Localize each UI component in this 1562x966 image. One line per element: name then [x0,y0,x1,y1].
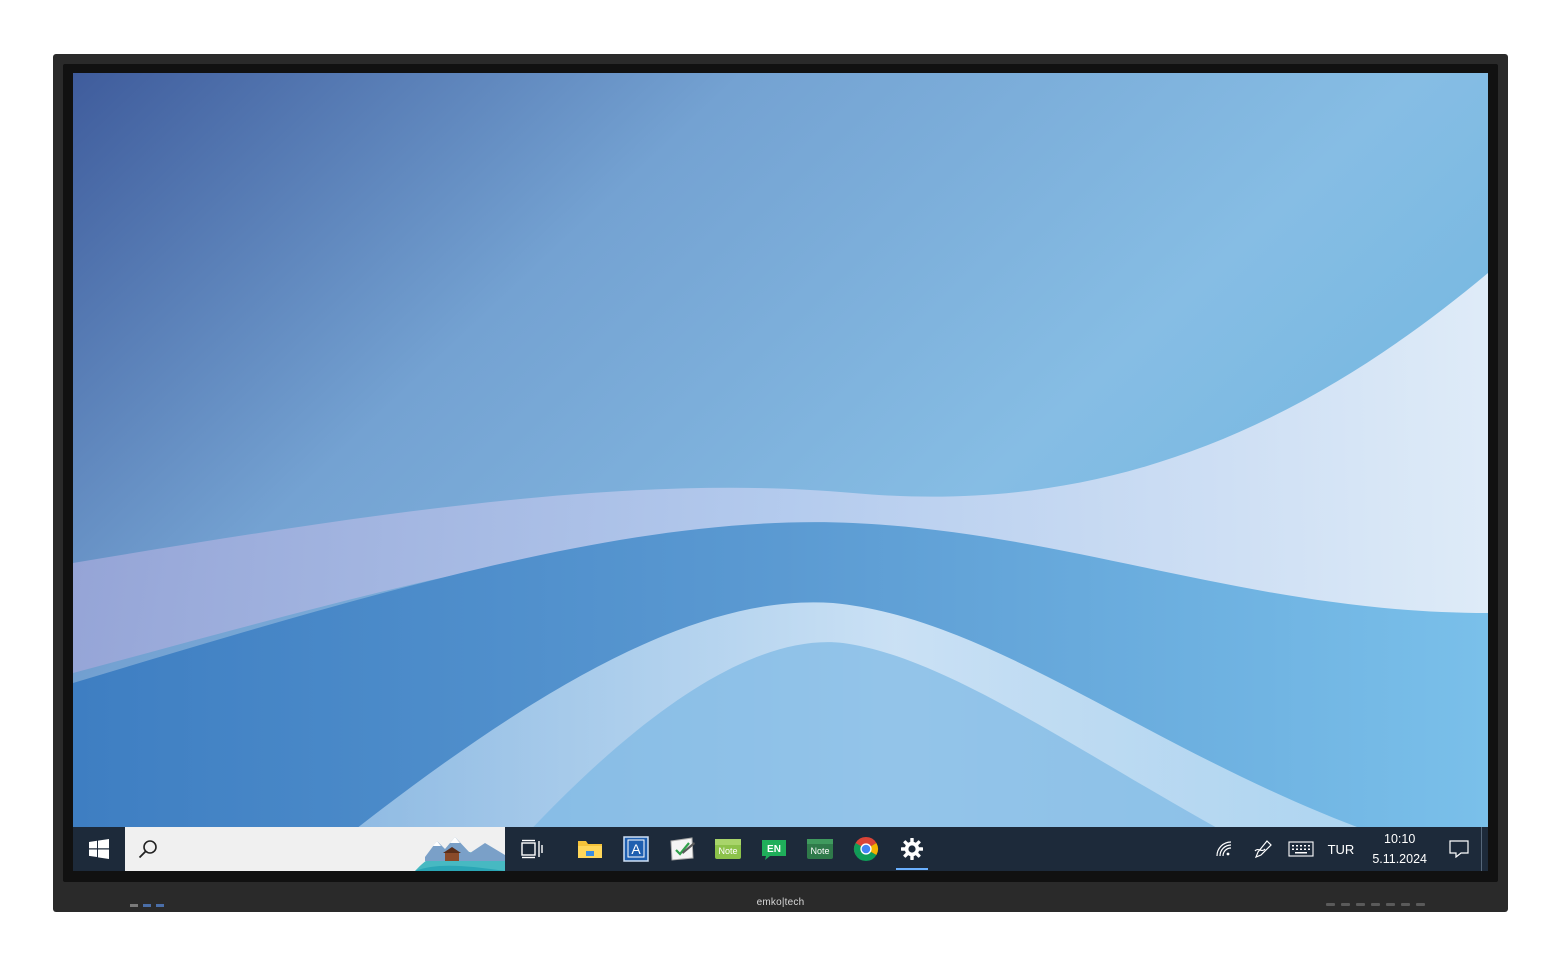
search-icon [138,840,157,859]
task-view-icon [521,839,543,859]
en-icon: EN [762,840,786,860]
taskbar-app-note[interactable]: Note [705,827,751,871]
brand-logo: emko|tech [756,897,805,908]
tray-clock[interactable]: 10:10 5.11.2024 [1362,829,1437,869]
hardware-button[interactable] [1341,903,1350,906]
clock-date: 5.11.2024 [1372,852,1427,866]
hardware-button[interactable] [1401,903,1410,906]
taskbar-app-a[interactable]: A [613,827,659,871]
hardware-buttons [1326,903,1425,906]
app-a-icon: A [623,836,649,862]
pen-icon [1254,840,1272,859]
power-button[interactable] [1416,903,1425,906]
settings-icon [901,838,923,860]
tray-pen[interactable] [1244,827,1282,871]
hardware-button[interactable] [1371,903,1380,906]
note-icon: Note [715,839,741,859]
tray-keyboard[interactable] [1282,827,1320,871]
start-button[interactable] [73,827,125,871]
svg-text:Note: Note [810,846,829,856]
task-view-button[interactable] [509,827,555,871]
clock-time: 10:10 [1384,832,1416,846]
system-tray: TUR 10:10 5.11.2024 [1206,827,1488,871]
note-dark-icon: Note [807,839,833,859]
taskbar-app-whiteboard[interactable] [659,827,705,871]
hardware-button[interactable] [1386,903,1395,906]
svg-text:EN: EN [767,844,781,855]
folder-icon [578,841,602,858]
svg-text:Note: Note [718,846,737,856]
taskbar: A Note EN Note TUR 10:10 5.11.2024 [73,826,1488,871]
wifi-icon [1215,841,1231,857]
windows-logo-icon [89,839,109,859]
taskbar-app-settings[interactable] [889,827,935,871]
notification-icon [1449,840,1469,858]
svg-text:A: A [631,841,641,857]
tray-network[interactable] [1206,827,1244,871]
action-center-button[interactable] [1437,827,1481,871]
show-desktop-button[interactable] [1481,827,1488,871]
taskbar-app-file-explorer[interactable] [567,827,613,871]
desktop-wallpaper [73,73,1488,871]
taskbar-app-chrome[interactable] [843,827,889,871]
keyboard-icon [1288,841,1314,857]
hardware-button[interactable] [1326,903,1335,906]
chrome-icon [853,837,879,862]
taskbar-app-en[interactable]: EN [751,827,797,871]
display-bezel: A Note EN Note TUR 10:10 5.11.2024 emko|… [53,54,1508,912]
whiteboard-icon [670,837,695,861]
input-language[interactable]: TUR [1320,842,1363,857]
desktop-screen: A Note EN Note TUR 10:10 5.11.2024 [73,73,1488,871]
taskbar-app-note-2[interactable]: Note [797,827,843,871]
hardware-button[interactable] [1356,903,1365,906]
taskbar-search-box[interactable] [125,826,505,871]
search-highlight-illustration [415,827,505,871]
pinned-apps: A Note EN Note [567,827,935,871]
